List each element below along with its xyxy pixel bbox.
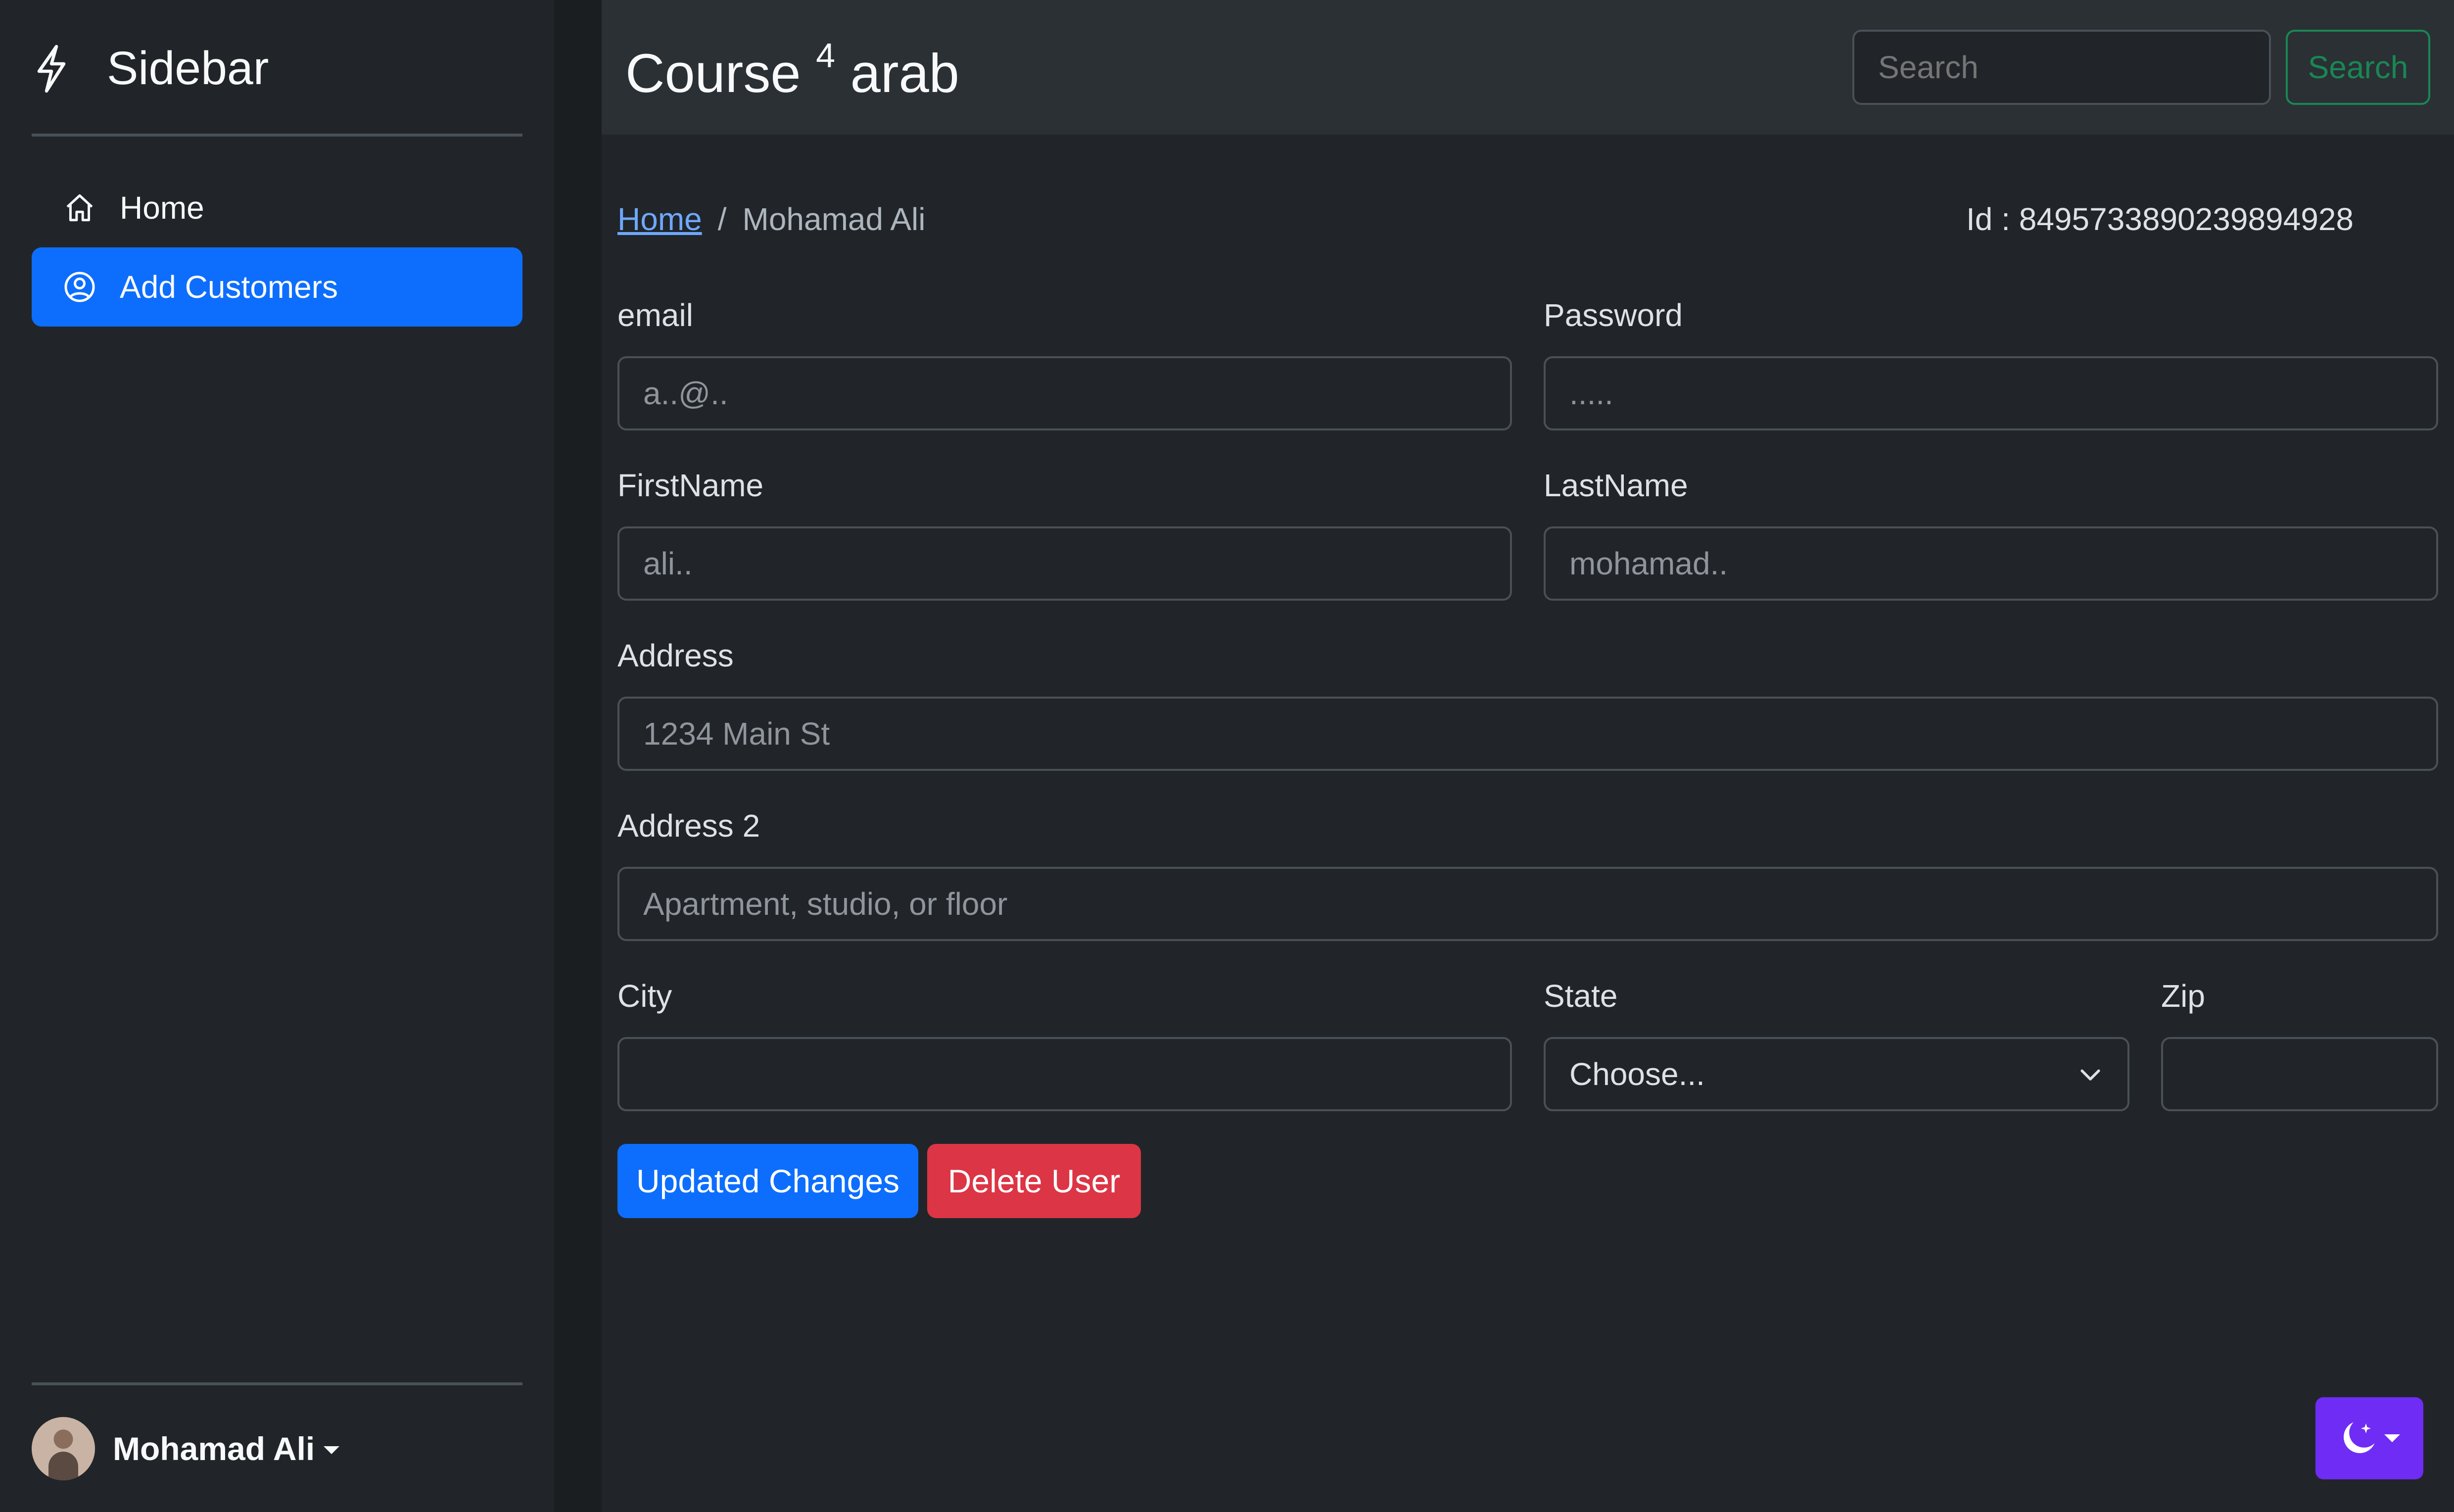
title-superscript: 4 bbox=[816, 36, 836, 75]
breadcrumb: Home / Mohamad Ali bbox=[617, 201, 925, 237]
search-input[interactable] bbox=[1852, 30, 2271, 105]
address2-label: Address 2 bbox=[617, 808, 760, 844]
breadcrumb-separator: / bbox=[717, 201, 727, 237]
chevron-down-icon bbox=[2080, 1069, 2100, 1081]
sidebar-item-label: Add Customers bbox=[120, 269, 338, 305]
user-circle-icon bbox=[64, 272, 95, 302]
lightning-icon bbox=[37, 45, 66, 93]
email-label: email bbox=[617, 297, 693, 333]
caret-down-icon bbox=[324, 1446, 340, 1454]
city-label: City bbox=[617, 978, 672, 1014]
sidebar: Sidebar Home Add Customers Mohamad Ali bbox=[0, 0, 554, 1512]
user-name: Mohamad Ali bbox=[113, 1430, 315, 1467]
email-field[interactable] bbox=[617, 356, 1512, 430]
sidebar-item-add-customers[interactable]: Add Customers bbox=[32, 247, 522, 327]
user-menu[interactable]: Mohamad Ali bbox=[32, 1417, 340, 1480]
moon-stars-icon bbox=[2344, 1422, 2375, 1453]
update-changes-button[interactable]: Updated Changes bbox=[617, 1144, 918, 1218]
lastname-label: LastName bbox=[1544, 468, 1688, 503]
state-selected-value: Choose... bbox=[1569, 1056, 1705, 1092]
theme-toggle-button[interactable] bbox=[2315, 1397, 2423, 1479]
search-button[interactable]: Search bbox=[2286, 30, 2430, 105]
zip-field[interactable] bbox=[2161, 1037, 2438, 1111]
sidebar-title: Sidebar bbox=[107, 42, 269, 94]
state-label: State bbox=[1544, 978, 1618, 1014]
address-label: Address bbox=[617, 638, 734, 673]
city-field[interactable] bbox=[617, 1037, 1512, 1111]
record-id: Id : 8495733890239894928 bbox=[1966, 201, 2354, 237]
sidebar-divider-bottom bbox=[32, 1382, 522, 1385]
breadcrumb-home-link[interactable]: Home bbox=[617, 201, 702, 237]
password-field[interactable] bbox=[1544, 356, 2438, 430]
firstname-label: FirstName bbox=[617, 468, 764, 503]
delete-user-button[interactable]: Delete User bbox=[927, 1144, 1141, 1218]
avatar bbox=[32, 1417, 95, 1480]
state-select[interactable]: Choose... bbox=[1544, 1037, 2129, 1111]
sidebar-brand[interactable]: Sidebar bbox=[32, 42, 269, 95]
zip-label: Zip bbox=[2161, 978, 2205, 1014]
page-title: Course 4 arab bbox=[625, 36, 959, 105]
title-suffix: arab bbox=[850, 43, 959, 104]
sidebar-edge bbox=[554, 0, 602, 1512]
firstname-field[interactable] bbox=[617, 526, 1512, 601]
title-text: Course bbox=[625, 43, 801, 104]
sidebar-item-home[interactable]: Home bbox=[32, 168, 522, 247]
address2-field[interactable] bbox=[617, 867, 2438, 941]
sidebar-divider-top bbox=[32, 134, 522, 137]
address-field[interactable] bbox=[617, 697, 2438, 771]
breadcrumb-current: Mohamad Ali bbox=[742, 201, 926, 237]
caret-down-icon bbox=[2384, 1434, 2400, 1442]
sidebar-item-label: Home bbox=[120, 190, 204, 226]
home-icon bbox=[66, 194, 93, 222]
top-navbar: Course 4 arab Search bbox=[602, 0, 2454, 135]
password-label: Password bbox=[1544, 297, 1683, 333]
lastname-field[interactable] bbox=[1544, 526, 2438, 601]
